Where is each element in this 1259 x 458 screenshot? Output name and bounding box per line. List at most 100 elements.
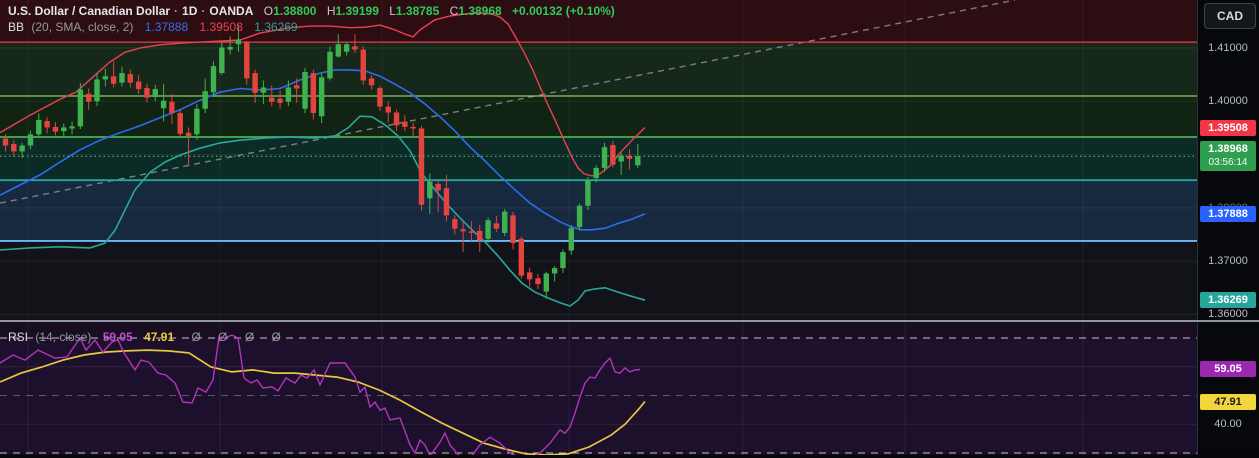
candle-body[interactable]: [269, 97, 275, 102]
candle-body[interactable]: [601, 147, 608, 168]
candle-body[interactable]: [36, 119, 42, 135]
candle-body[interactable]: [535, 278, 541, 285]
exchange-label[interactable]: OANDA: [209, 4, 253, 18]
candle-body[interactable]: [576, 205, 583, 228]
candle-body[interactable]: [252, 73, 258, 93]
change-value: +0.00132 (+0.10%): [512, 4, 615, 18]
separator-dot: ·: [174, 4, 179, 18]
candle-body[interactable]: [418, 128, 425, 205]
rsi-hidden-plot-toggle[interactable]: Ø: [245, 330, 254, 344]
price-level-badge: 1.39508: [1200, 120, 1256, 136]
candle-body[interactable]: [294, 85, 300, 89]
candle-body[interactable]: [502, 211, 508, 233]
candle-body[interactable]: [360, 49, 366, 81]
candle-body[interactable]: [493, 223, 500, 229]
candle-body[interactable]: [568, 228, 574, 251]
candle-body[interactable]: [518, 238, 525, 276]
candle-body[interactable]: [102, 76, 109, 80]
candle-body[interactable]: [52, 126, 59, 132]
candle-body[interactable]: [235, 39, 242, 45]
candle-body[interactable]: [194, 108, 200, 135]
candle-body[interactable]: [327, 51, 333, 79]
candle-body[interactable]: [443, 188, 450, 216]
candle-body[interactable]: [593, 167, 599, 179]
rsi-hidden-plot-toggle[interactable]: Ø: [191, 330, 200, 344]
candle-body[interactable]: [169, 101, 175, 114]
candle-body[interactable]: [227, 46, 233, 50]
candle-body[interactable]: [160, 100, 167, 109]
candle-body[interactable]: [86, 93, 92, 102]
interval-label[interactable]: 1D: [182, 4, 197, 18]
rsi-value: 59.05: [102, 330, 133, 344]
candle-body[interactable]: [510, 215, 516, 244]
candle-body[interactable]: [94, 79, 100, 102]
symbol-legend: U.S. Dollar / Canadian Dollar · 1D · OANDA O…: [8, 3, 615, 35]
candle-body[interactable]: [460, 229, 466, 232]
candle-body[interactable]: [385, 106, 391, 113]
price-pane-canvas[interactable]: [0, 0, 1197, 320]
candle-body[interactable]: [343, 44, 350, 52]
panel-separator[interactable]: [0, 320, 1259, 322]
candle-body[interactable]: [119, 73, 125, 83]
candle-body[interactable]: [585, 180, 591, 206]
candle-body[interactable]: [61, 127, 67, 132]
last-price-badge: 1.38968 03:56:14: [1200, 141, 1256, 171]
candle-body[interactable]: [144, 87, 150, 98]
candle-body[interactable]: [2, 138, 9, 146]
candle-body[interactable]: [352, 46, 358, 50]
candle-body[interactable]: [318, 77, 325, 117]
candle-body[interactable]: [77, 89, 84, 127]
candle-body[interactable]: [27, 134, 34, 146]
candle-body[interactable]: [110, 76, 117, 84]
candle-body[interactable]: [185, 132, 192, 136]
rsi-ma-value: 47.91: [144, 330, 175, 344]
bb-legend: BB (20, SMA, close, 2) 1.37888 1.39508 1…: [8, 19, 615, 35]
candle-body[interactable]: [635, 156, 641, 166]
candle-body[interactable]: [410, 126, 416, 129]
candle-body[interactable]: [377, 87, 383, 107]
candle-body[interactable]: [452, 219, 458, 229]
candle-body[interactable]: [335, 44, 341, 57]
symbol-title[interactable]: U.S. Dollar / Canadian Dollar: [8, 4, 170, 18]
candle-body[interactable]: [551, 268, 558, 274]
candle-body[interactable]: [244, 42, 250, 79]
candle-body[interactable]: [285, 87, 292, 102]
candle-body[interactable]: [19, 145, 25, 152]
candle-body[interactable]: [435, 183, 441, 191]
candle-body[interactable]: [127, 74, 133, 83]
candle-body[interactable]: [135, 81, 142, 90]
candle-body[interactable]: [69, 126, 75, 129]
candle-body[interactable]: [277, 98, 283, 103]
candle-body[interactable]: [393, 112, 400, 126]
candle-body[interactable]: [152, 89, 158, 98]
price-level-badge: 1.36269: [1200, 292, 1256, 308]
candle-body[interactable]: [210, 66, 217, 93]
rsi-hidden-plot-toggle[interactable]: Ø: [272, 330, 281, 344]
candle-body[interactable]: [610, 145, 616, 165]
bb-indicator-title[interactable]: BB: [8, 20, 24, 34]
candle-body[interactable]: [310, 73, 317, 114]
candle-body[interactable]: [477, 230, 483, 241]
bb-basis-value: 1.37888: [144, 20, 189, 34]
currency-toggle-button[interactable]: CAD: [1204, 3, 1256, 29]
candle-body[interactable]: [44, 121, 50, 128]
rsi-indicator-title[interactable]: RSI: [8, 330, 28, 344]
candle-body[interactable]: [402, 121, 408, 127]
candle-body[interactable]: [368, 78, 375, 86]
candle-body[interactable]: [202, 91, 208, 109]
axis-tick-label: 40.00: [1214, 418, 1242, 430]
candle-body[interactable]: [427, 181, 433, 199]
candle-body[interactable]: [302, 71, 308, 109]
candle-body[interactable]: [11, 143, 17, 152]
candle-body[interactable]: [543, 273, 549, 292]
axis-tick-label: 1.41000: [1208, 42, 1248, 54]
candle-body[interactable]: [485, 220, 491, 239]
candle-body[interactable]: [219, 47, 225, 74]
candle-body[interactable]: [177, 113, 183, 134]
candle-body[interactable]: [526, 272, 533, 280]
price-axis[interactable]: 1.410001.400001.380001.370001.3600040.00…: [1197, 0, 1259, 458]
candle-body[interactable]: [468, 231, 475, 233]
candle-body[interactable]: [560, 252, 566, 269]
rsi-hidden-plot-toggle[interactable]: Ø: [218, 330, 227, 344]
candle-body[interactable]: [260, 87, 267, 93]
